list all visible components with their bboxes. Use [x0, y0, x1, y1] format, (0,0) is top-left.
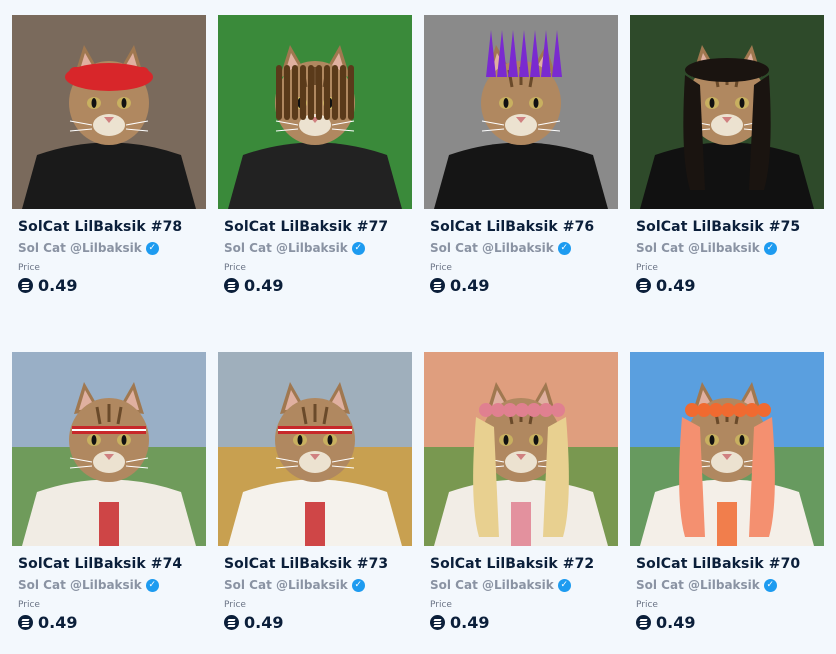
- verified-icon: ✓: [145, 578, 159, 592]
- creator-name[interactable]: Sol Cat @Lilbaksik ✓: [218, 578, 412, 592]
- nft-title[interactable]: SolCat LilBaksik #73: [218, 556, 412, 572]
- solana-icon: [430, 615, 445, 630]
- price-row: 0.49: [12, 613, 206, 632]
- cat-artwork: [218, 352, 412, 546]
- price-row: 0.49: [218, 613, 412, 632]
- solana-icon: [224, 278, 239, 293]
- creator-name[interactable]: Sol Cat @Lilbaksik ✓: [630, 578, 824, 592]
- solana-icon: [636, 278, 651, 293]
- price-label: Price: [430, 263, 452, 273]
- creator-label: Sol Cat @Lilbaksik: [636, 241, 760, 255]
- nft-card[interactable]: SolCat LilBaksik #78 Sol Cat @Lilbaksik ✓…: [12, 15, 206, 309]
- price-row: 0.49: [424, 276, 618, 295]
- nft-card[interactable]: SolCat LilBaksik #73 Sol Cat @Lilbaksik ✓…: [218, 352, 412, 646]
- price-label: Price: [18, 263, 40, 273]
- price-row: 0.49: [630, 613, 824, 632]
- nft-image[interactable]: [12, 15, 206, 209]
- nft-title[interactable]: SolCat LilBaksik #70: [630, 556, 824, 572]
- cat-artwork: [12, 15, 206, 209]
- price-value: 0.49: [38, 276, 78, 295]
- creator-label: Sol Cat @Lilbaksik: [224, 578, 348, 592]
- price-row: 0.49: [12, 276, 206, 295]
- price-value: 0.49: [450, 613, 490, 632]
- creator-label: Sol Cat @Lilbaksik: [18, 241, 142, 255]
- solana-icon: [430, 278, 445, 293]
- creator-label: Sol Cat @Lilbaksik: [430, 241, 554, 255]
- verified-icon: ✓: [557, 578, 571, 592]
- cat-artwork: [630, 352, 824, 546]
- creator-label: Sol Cat @Lilbaksik: [430, 578, 554, 592]
- verified-icon: ✓: [145, 241, 159, 255]
- creator-label: Sol Cat @Lilbaksik: [18, 578, 142, 592]
- nft-card[interactable]: SolCat LilBaksik #75 Sol Cat @Lilbaksik ✓…: [630, 15, 824, 309]
- cat-artwork: [424, 352, 618, 546]
- price-value: 0.49: [244, 276, 284, 295]
- nft-image[interactable]: [218, 15, 412, 209]
- nft-image[interactable]: [424, 15, 618, 209]
- price-label: Price: [430, 600, 452, 610]
- cat-artwork: [424, 15, 618, 209]
- nft-title[interactable]: SolCat LilBaksik #77: [218, 219, 412, 235]
- price-label: Price: [636, 263, 658, 273]
- creator-label: Sol Cat @Lilbaksik: [636, 578, 760, 592]
- price-value: 0.49: [656, 276, 696, 295]
- verified-icon: ✓: [763, 241, 777, 255]
- nft-title[interactable]: SolCat LilBaksik #75: [630, 219, 824, 235]
- price-label: Price: [18, 600, 40, 610]
- solana-icon: [18, 278, 33, 293]
- price-label: Price: [224, 600, 246, 610]
- price-row: 0.49: [630, 276, 824, 295]
- creator-name[interactable]: Sol Cat @Lilbaksik ✓: [630, 241, 824, 255]
- nft-image[interactable]: [630, 352, 824, 546]
- cat-artwork: [12, 352, 206, 546]
- creator-name[interactable]: Sol Cat @Lilbaksik ✓: [12, 578, 206, 592]
- nft-title[interactable]: SolCat LilBaksik #76: [424, 219, 618, 235]
- cat-artwork: [630, 15, 824, 209]
- solana-icon: [636, 615, 651, 630]
- price-value: 0.49: [450, 276, 490, 295]
- verified-icon: ✓: [351, 578, 365, 592]
- nft-card[interactable]: SolCat LilBaksik #70 Sol Cat @Lilbaksik ✓…: [630, 352, 824, 646]
- creator-name[interactable]: Sol Cat @Lilbaksik ✓: [424, 578, 618, 592]
- creator-label: Sol Cat @Lilbaksik: [224, 241, 348, 255]
- nft-card[interactable]: SolCat LilBaksik #74 Sol Cat @Lilbaksik ✓…: [12, 352, 206, 646]
- solana-icon: [224, 615, 239, 630]
- creator-name[interactable]: Sol Cat @Lilbaksik ✓: [218, 241, 412, 255]
- nft-title[interactable]: SolCat LilBaksik #74: [12, 556, 206, 572]
- price-value: 0.49: [244, 613, 284, 632]
- price-row: 0.49: [218, 276, 412, 295]
- verified-icon: ✓: [763, 578, 777, 592]
- nft-title[interactable]: SolCat LilBaksik #72: [424, 556, 618, 572]
- creator-name[interactable]: Sol Cat @Lilbaksik ✓: [424, 241, 618, 255]
- nft-image[interactable]: [12, 352, 206, 546]
- price-row: 0.49: [424, 613, 618, 632]
- nft-image[interactable]: [424, 352, 618, 546]
- nft-title[interactable]: SolCat LilBaksik #78: [12, 219, 206, 235]
- verified-icon: ✓: [351, 241, 365, 255]
- cat-artwork: [218, 15, 412, 209]
- price-value: 0.49: [656, 613, 696, 632]
- nft-card[interactable]: SolCat LilBaksik #76 Sol Cat @Lilbaksik ✓…: [424, 15, 618, 309]
- nft-image[interactable]: [218, 352, 412, 546]
- nft-image[interactable]: [630, 15, 824, 209]
- nft-grid: SolCat LilBaksik #78 Sol Cat @Lilbaksik ✓…: [12, 15, 824, 646]
- price-label: Price: [636, 600, 658, 610]
- verified-icon: ✓: [557, 241, 571, 255]
- solana-icon: [18, 615, 33, 630]
- nft-card[interactable]: SolCat LilBaksik #77 Sol Cat @Lilbaksik ✓…: [218, 15, 412, 309]
- price-value: 0.49: [38, 613, 78, 632]
- nft-card[interactable]: SolCat LilBaksik #72 Sol Cat @Lilbaksik ✓…: [424, 352, 618, 646]
- price-label: Price: [224, 263, 246, 273]
- creator-name[interactable]: Sol Cat @Lilbaksik ✓: [12, 241, 206, 255]
